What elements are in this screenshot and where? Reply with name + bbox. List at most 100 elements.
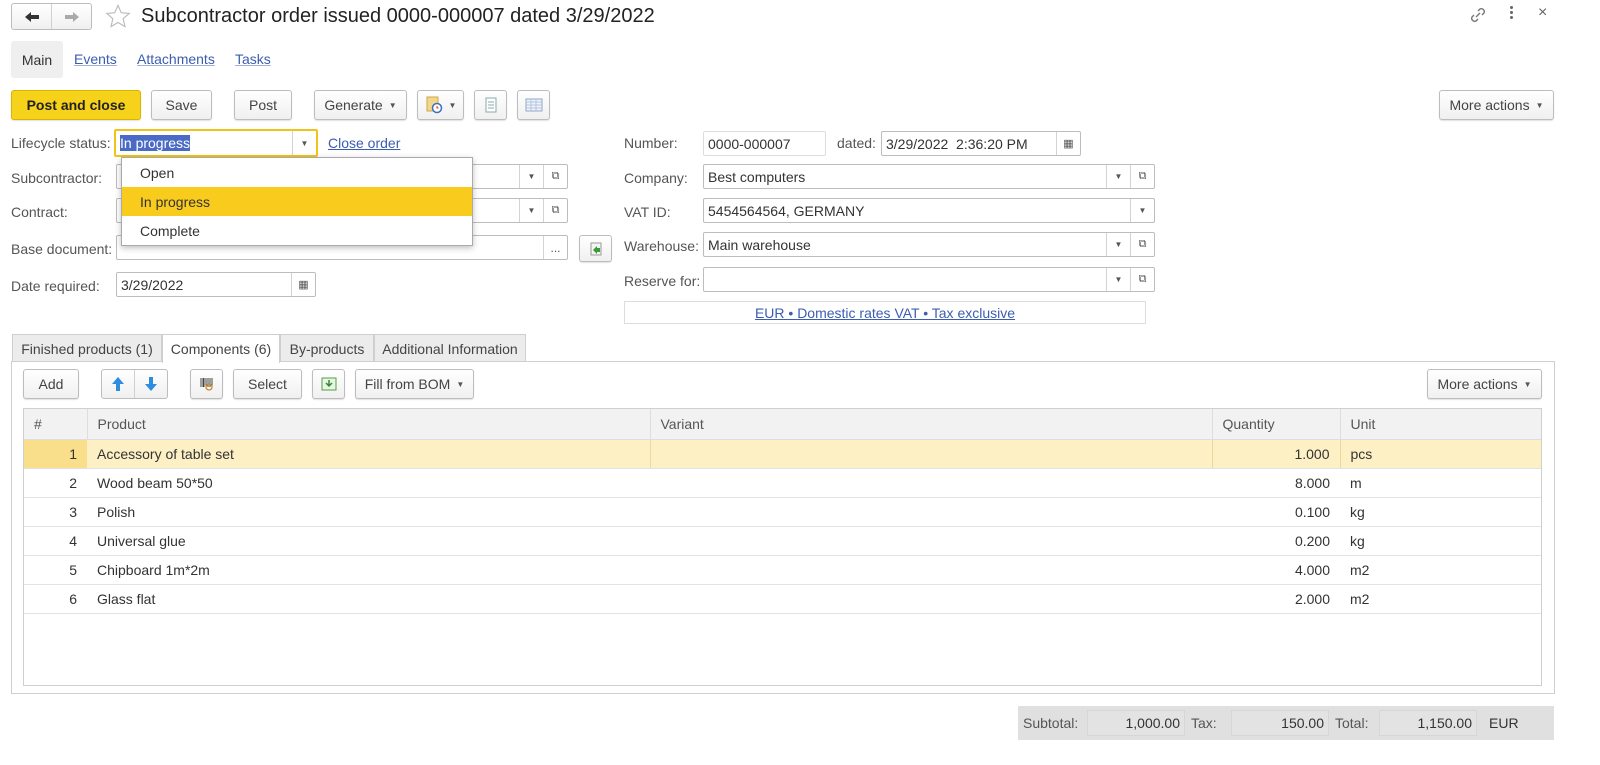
company-dropdown-button[interactable]: ▼ (1106, 165, 1130, 188)
more-actions-button[interactable]: More actions ▼ (1439, 90, 1554, 120)
tab-finished-products[interactable]: Finished products (1) (12, 334, 162, 362)
barcode-search-button[interactable] (190, 369, 223, 399)
contract-dropdown-button[interactable]: ▼ (519, 199, 543, 222)
close-icon[interactable]: × (1538, 4, 1547, 22)
quantity-cell[interactable]: 0.100 (1212, 497, 1340, 527)
unit-cell[interactable]: kg (1340, 526, 1541, 556)
lifecycle-status-dropdown-button[interactable]: ▼ (292, 131, 316, 155)
dropdown-option-open[interactable]: Open (122, 158, 472, 187)
company-open-button[interactable]: ⧉ (1130, 165, 1154, 188)
table-row[interactable]: 5 Chipboard 1m*2m 4.000 m2 (24, 555, 1541, 585)
variant-cell[interactable] (650, 584, 1212, 614)
variant-cell[interactable] (650, 468, 1212, 498)
kebab-menu-icon[interactable] (1508, 6, 1514, 19)
base-document-select-button[interactable]: ... (543, 236, 567, 259)
generate-button[interactable]: Generate ▼ (314, 90, 407, 120)
close-order-link[interactable]: Close order (328, 135, 400, 151)
variant-cell[interactable] (649, 439, 1213, 469)
fill-from-bom-button[interactable]: Fill from BOM ▼ (355, 369, 474, 399)
variant-cell[interactable] (650, 555, 1212, 585)
tab-main[interactable]: Main (11, 41, 63, 78)
table-row[interactable]: 6 Glass flat 2.000 m2 (24, 584, 1541, 614)
product-cell[interactable]: Accessory of table set (87, 439, 650, 469)
number-value: 0000-000007 (708, 135, 791, 152)
subcontractor-dropdown-button[interactable]: ▼ (519, 165, 543, 188)
report-button[interactable] (474, 90, 507, 120)
warehouse-field[interactable]: Main warehouse ▼ ⧉ (703, 232, 1155, 257)
post-and-close-button[interactable]: Post and close (11, 90, 141, 120)
unit-cell[interactable]: m2 (1340, 584, 1541, 614)
product-cell[interactable]: Polish (87, 497, 650, 527)
subcontractor-open-button[interactable]: ⧉ (543, 165, 567, 188)
tab-additional-information[interactable]: Additional Information (374, 334, 526, 362)
currency-settings-link[interactable]: EUR • Domestic rates VAT • Tax exclusive (755, 305, 1015, 321)
reserve-for-label: Reserve for: (624, 273, 701, 289)
number-field[interactable]: 0000-000007 (703, 131, 826, 156)
contract-open-button[interactable]: ⧉ (543, 199, 567, 222)
calendar-icon[interactable]: ▦ (1056, 132, 1080, 155)
column-header-product[interactable]: Product (87, 409, 651, 440)
fill-from-base-button[interactable] (579, 235, 612, 262)
product-cell[interactable]: Universal glue (87, 526, 650, 556)
column-header-quantity[interactable]: Quantity (1212, 409, 1341, 440)
reserve-for-dropdown-button[interactable]: ▼ (1106, 268, 1130, 291)
unit-cell[interactable]: kg (1340, 497, 1541, 527)
tab-events[interactable]: Events (74, 51, 117, 67)
post-button[interactable]: Post (234, 90, 292, 120)
add-button[interactable]: Add (23, 369, 79, 399)
unit-cell[interactable]: pcs (1340, 439, 1541, 469)
column-header-number[interactable]: # (24, 409, 88, 440)
star-icon[interactable] (104, 3, 132, 30)
table-view-button[interactable] (517, 90, 550, 120)
print-schedule-button[interactable]: ▼ (417, 90, 464, 120)
quantity-cell[interactable]: 0.200 (1212, 526, 1340, 556)
calendar-icon[interactable]: ▦ (291, 273, 315, 296)
product-cell[interactable]: Wood beam 50*50 (87, 468, 650, 498)
quantity-cell[interactable]: 1.000 (1212, 439, 1341, 469)
dated-field[interactable]: 3/29/2022 2:36:20 PM ▦ (881, 131, 1081, 156)
vat-id-dropdown-button[interactable]: ▼ (1130, 199, 1154, 222)
product-cell[interactable]: Chipboard 1m*2m (87, 555, 650, 585)
quantity-cell[interactable]: 8.000 (1212, 468, 1340, 498)
tab-by-products[interactable]: By-products (280, 334, 374, 362)
tab-components[interactable]: Components (6) (162, 334, 280, 363)
vat-id-field[interactable]: 5454564564, GERMANY ▼ (703, 198, 1155, 223)
column-header-unit[interactable]: Unit (1340, 409, 1541, 440)
dropdown-option-in-progress[interactable]: In progress (122, 187, 472, 216)
import-table-icon (321, 377, 336, 391)
product-cell[interactable]: Glass flat (87, 584, 650, 614)
warehouse-open-button[interactable]: ⧉ (1130, 233, 1154, 256)
unit-cell[interactable]: m2 (1340, 555, 1541, 585)
move-up-button[interactable] (102, 370, 135, 398)
back-button[interactable] (12, 4, 52, 29)
tab-attachments[interactable]: Attachments (137, 51, 215, 67)
variant-cell[interactable] (650, 526, 1212, 556)
tab-tasks[interactable]: Tasks (235, 51, 271, 67)
import-button[interactable] (312, 369, 345, 399)
variant-cell[interactable] (650, 497, 1212, 527)
table-row[interactable]: 2 Wood beam 50*50 8.000 m (24, 468, 1541, 498)
table-row[interactable]: 1 Accessory of table set 1.000 pcs (24, 439, 1541, 469)
company-field[interactable]: Best computers ▼ ⧉ (703, 164, 1155, 189)
table-row[interactable]: 3 Polish 0.100 kg (24, 497, 1541, 527)
company-value: Best computers (708, 168, 806, 185)
unit-cell[interactable]: m (1340, 468, 1541, 498)
lifecycle-status-field[interactable]: In progress ▼ (114, 129, 318, 157)
quantity-cell[interactable]: 2.000 (1212, 584, 1340, 614)
row-number: 1 (24, 439, 87, 469)
row-number: 5 (24, 555, 87, 585)
reserve-for-open-button[interactable]: ⧉ (1130, 268, 1154, 291)
quantity-cell[interactable]: 4.000 (1212, 555, 1340, 585)
warehouse-dropdown-button[interactable]: ▼ (1106, 233, 1130, 256)
save-button[interactable]: Save (151, 90, 212, 120)
date-required-field[interactable]: 3/29/2022 ▦ (116, 272, 316, 297)
column-header-variant[interactable]: Variant (650, 409, 1213, 440)
select-button[interactable]: Select (233, 369, 302, 399)
forward-button[interactable] (52, 4, 91, 29)
reserve-for-field[interactable]: ▼ ⧉ (703, 267, 1155, 292)
dropdown-option-complete[interactable]: Complete (122, 216, 472, 245)
move-down-button[interactable] (135, 370, 167, 398)
link-icon[interactable] (1468, 6, 1488, 24)
table-row[interactable]: 4 Universal glue 0.200 kg (24, 526, 1541, 556)
table-more-actions-button[interactable]: More actions ▼ (1427, 369, 1542, 399)
